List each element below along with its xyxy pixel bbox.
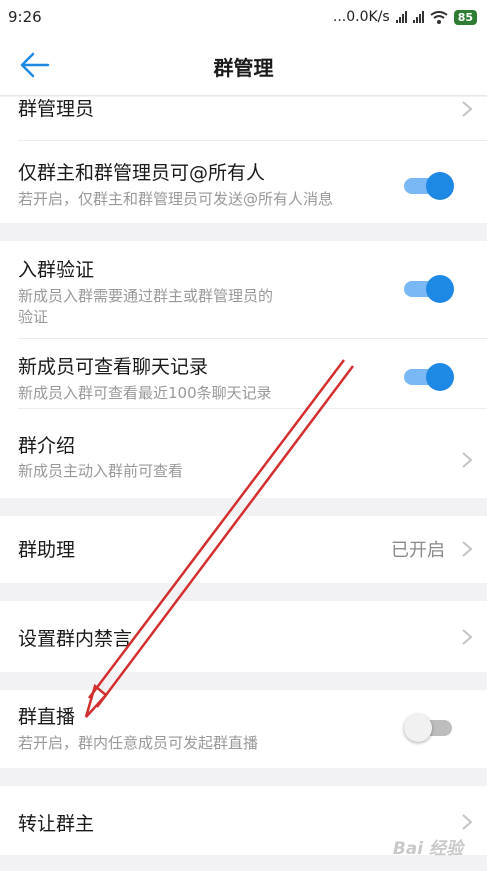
row-join-verify: 入群验证 新成员入群需要通过群主或群管理员的 验证	[0, 241, 487, 339]
row-label: 新成员可查看聊天记录	[18, 356, 209, 378]
row-view-history: 新成员可查看聊天记录 新成员入群可查看最近100条聊天记录	[0, 339, 487, 409]
row-label: 群直播	[18, 706, 76, 728]
row-group-admins[interactable]: 群管理员	[0, 97, 487, 141]
nav-bar: 群管理	[0, 34, 487, 96]
row-label: 设置群内禁言	[18, 628, 133, 650]
row-group-live: 群直播 若开启，群内任意成员可发起群直播	[0, 690, 487, 768]
settings-list: 群管理员 仅群主和群管理员可@所有人 若开启，仅群主和群管理员可发送@所有人消息…	[0, 97, 487, 855]
settings-group-live: 群直播 若开启，群内任意成员可发起群直播	[0, 690, 487, 768]
group-live-toggle[interactable]	[404, 714, 454, 742]
settings-group-join: 入群验证 新成员入群需要通过群主或群管理员的 验证 新成员可查看聊天记录 新成员…	[0, 241, 487, 498]
section-gap	[0, 498, 487, 516]
view-history-toggle[interactable]	[404, 363, 454, 391]
page-title: 群管理	[213, 56, 274, 80]
row-label: 仅群主和群管理员可@所有人	[18, 162, 266, 184]
wifi-icon	[430, 10, 448, 24]
row-group-assistant[interactable]: 群助理 已开启	[0, 516, 487, 583]
join-verify-toggle[interactable]	[404, 275, 454, 303]
chevron-right-icon	[462, 814, 473, 830]
settings-group-mute: 设置群内禁言	[0, 601, 487, 672]
status-time: 9:26	[8, 8, 42, 26]
row-at-all: 仅群主和群管理员可@所有人 若开启，仅群主和群管理员可发送@所有人消息	[0, 141, 487, 223]
row-desc: 新成员主动入群前可查看	[18, 462, 184, 480]
row-label: 入群验证	[18, 259, 95, 281]
section-gap	[0, 223, 487, 241]
section-gap	[0, 583, 487, 601]
settings-group-assistant: 群助理 已开启	[0, 516, 487, 583]
section-gap	[0, 768, 487, 786]
settings-group-admin: 群管理员 仅群主和群管理员可@所有人 若开启，仅群主和群管理员可发送@所有人消息	[0, 97, 487, 223]
at-all-toggle[interactable]	[404, 172, 454, 200]
chevron-right-icon	[462, 541, 473, 557]
chevron-right-icon	[462, 101, 473, 117]
chevron-right-icon	[462, 629, 473, 645]
network-speed: ...0.0K/s	[332, 9, 390, 25]
row-label: 群介绍	[18, 435, 76, 457]
row-desc: 若开启，群内任意成员可发起群直播	[18, 734, 259, 752]
row-label: 转让群主	[18, 813, 95, 835]
row-group-intro[interactable]: 群介绍 新成员主动入群前可查看	[0, 409, 487, 498]
chevron-right-icon	[462, 452, 473, 468]
signal-icon	[395, 11, 407, 23]
signal-icon-2	[412, 11, 424, 23]
status-icons: ...0.0K/s 85	[333, 9, 477, 25]
row-mute-settings[interactable]: 设置群内禁言	[0, 601, 487, 672]
assistant-status-value: 已开启	[391, 540, 445, 561]
row-desc: 若开启，仅群主和群管理员可发送@所有人消息	[18, 190, 334, 208]
row-label: 群管理员	[18, 98, 95, 120]
battery-icon: 85	[453, 9, 477, 25]
status-bar: 9:26 ...0.0K/s 85	[0, 0, 487, 34]
section-gap	[0, 672, 487, 690]
row-desc: 新成员入群可查看最近100条聊天记录	[18, 384, 272, 402]
row-desc: 新成员入群需要通过群主或群管理员的 验证	[18, 287, 274, 326]
watermark-logo: Bai 经验	[392, 839, 463, 859]
row-label: 群助理	[18, 539, 76, 561]
